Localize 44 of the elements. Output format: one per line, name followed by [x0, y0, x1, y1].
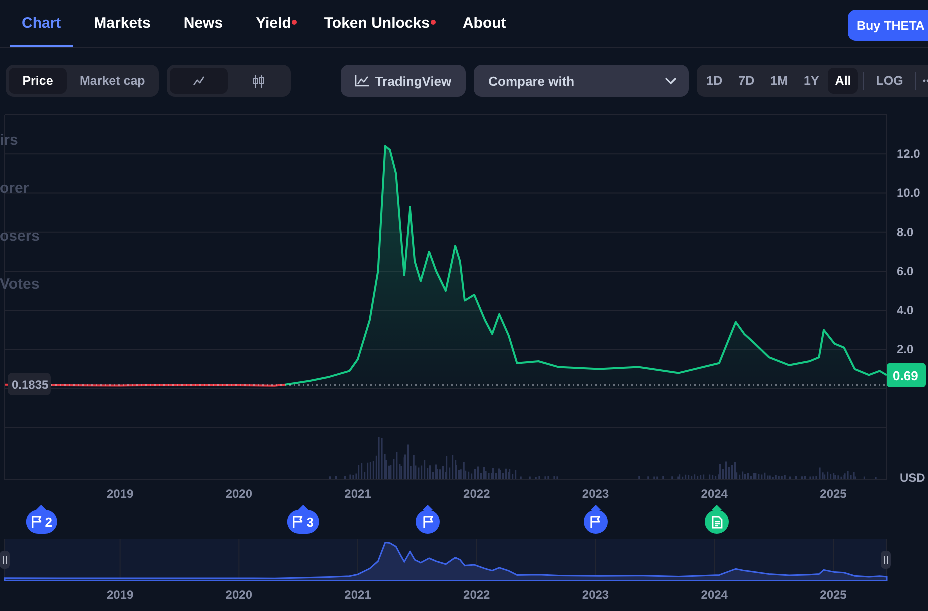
x-tick-label: 2023 — [582, 487, 610, 501]
y-tick-label: 10.0 — [897, 186, 920, 200]
compare-dropdown[interactable]: Compare with — [474, 65, 689, 97]
y-tick-label: 12.0 — [897, 147, 920, 162]
range-button[interactable]: 1D — [700, 68, 730, 94]
range-button[interactable]: 7D — [732, 68, 762, 94]
y-tick-label: 4.0 — [897, 304, 914, 318]
x-tick-label: 2019 — [106, 487, 134, 501]
x-tick-label: 2022 — [464, 487, 490, 501]
x-tick-label: 2020 — [226, 487, 253, 501]
x-tick-label: 2025 — [820, 487, 847, 501]
metric-toggle[interactable]: Price — [9, 68, 67, 94]
y-tick-label: 6.0 — [897, 264, 914, 278]
faded-menu-label: irs — [0, 132, 18, 149]
buy-button[interactable]: Buy THETA — [848, 10, 928, 41]
range-button[interactable]: All — [828, 68, 858, 94]
nav-tab[interactable]: Markets — [82, 0, 163, 47]
navigator-year-label: 2025 — [820, 588, 847, 602]
navigator-year-label: 2020 — [226, 588, 252, 602]
faded-menu-label: osers — [0, 228, 40, 245]
navigator-year-label: 2019 — [106, 588, 134, 602]
x-tick-label: 2021 — [344, 487, 372, 501]
log-button[interactable]: LOG — [869, 68, 910, 94]
start-price-label: 0.1835 — [8, 373, 51, 396]
faded-menu-label: Votes — [0, 276, 40, 293]
metric-toggle[interactable]: Market cap — [69, 68, 156, 94]
nav-tab[interactable]: News — [172, 0, 236, 47]
navigator-year-label: 2023 — [582, 588, 610, 602]
range-button[interactable]: 1Y — [797, 68, 826, 94]
y-tick-label: 2.0 — [897, 342, 914, 357]
nav-tab[interactable]: Token Unlocks — [312, 0, 442, 47]
range-button[interactable]: 1M — [764, 68, 795, 94]
x-tick-label: 2024 — [701, 487, 728, 501]
navigator-year-label: 2022 — [464, 588, 490, 602]
navigator-year-label: 2021 — [344, 588, 372, 602]
faded-menu-label: orer — [0, 180, 30, 197]
nav-tab[interactable]: Yield — [244, 0, 304, 47]
currency-label: USD — [900, 471, 926, 485]
y-tick-label: 8.0 — [897, 225, 914, 240]
tradingview-button[interactable]: TradingView — [341, 65, 466, 97]
nav-tab[interactable]: About — [450, 0, 518, 47]
nav-tab[interactable]: Chart — [10, 0, 74, 47]
navigator-year-label: 2024 — [701, 588, 728, 602]
last-price-label: 0.69 — [887, 363, 926, 388]
